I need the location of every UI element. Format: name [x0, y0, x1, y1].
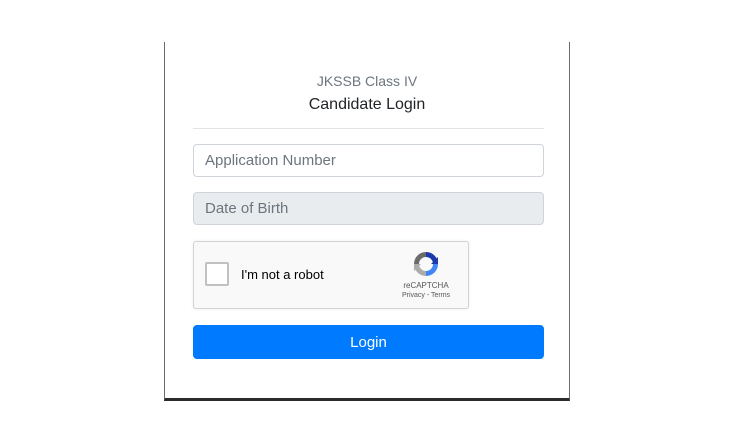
recaptcha-widget: I'm not a robot reCAPTCHA Privacy - Term… — [193, 241, 469, 309]
recaptcha-links: Privacy - Terms — [394, 292, 458, 299]
page-title: Candidate Login — [308, 96, 426, 113]
header-divider — [193, 128, 544, 129]
recaptcha-logo-icon — [414, 252, 438, 276]
recaptcha-brand-text: reCAPTCHA — [403, 281, 449, 290]
recaptcha-label: I'm not a robot — [241, 267, 324, 282]
exam-subtitle: JKSSB Class IV — [316, 73, 418, 89]
login-page: JKSSB Class IV Candidate Login I'm not a… — [0, 0, 737, 447]
recaptcha-checkbox[interactable] — [205, 262, 229, 286]
login-card: JKSSB Class IV Candidate Login I'm not a… — [164, 42, 570, 401]
date-of-birth-input[interactable] — [193, 192, 544, 225]
recaptcha-branding: reCAPTCHA Privacy - Terms — [394, 249, 458, 299]
recaptcha-terms-link[interactable]: Terms — [431, 292, 450, 299]
login-button[interactable]: Login — [193, 325, 544, 359]
application-number-input[interactable] — [193, 144, 544, 177]
recaptcha-privacy-link[interactable]: Privacy — [402, 292, 425, 299]
